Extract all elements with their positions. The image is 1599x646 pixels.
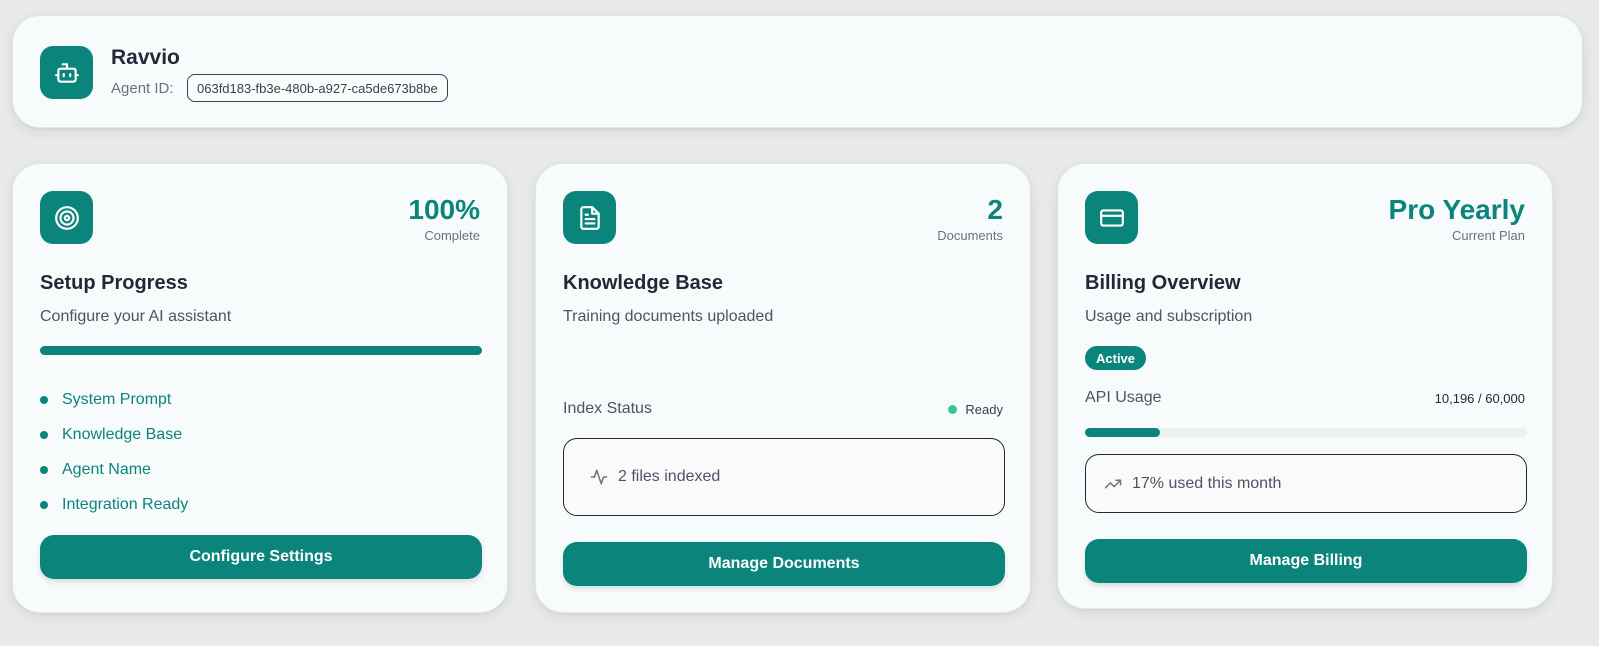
indexed-files-text: 2 files indexed [618, 468, 721, 485]
checklist-item: Knowledge Base [40, 417, 188, 452]
setup-subtitle: Configure your AI assistant [40, 308, 232, 325]
checklist-item: Integration Ready [40, 487, 188, 522]
target-icon [40, 191, 93, 244]
bullet-icon [40, 465, 48, 474]
setup-percent-label: Complete [424, 228, 480, 243]
document-count-label: Documents [937, 228, 1003, 243]
setup-percent: 100% [408, 194, 480, 225]
api-usage-value: 10,196 / 60,000 [1434, 391, 1525, 406]
credit-card-icon [1085, 191, 1138, 244]
setup-checklist: System Prompt Knowledge Base Agent Name … [40, 382, 188, 522]
setup-progress-bar [40, 346, 482, 355]
usage-summary-box: 17% used this month [1085, 454, 1527, 513]
current-plan: Pro Yearly [1388, 194, 1525, 225]
checklist-item-label: Integration Ready [62, 495, 189, 513]
current-plan-label: Current Plan [1452, 228, 1525, 243]
knowledge-base-card: 2 Documents Knowledge Base Training docu… [535, 163, 1031, 613]
indexed-files-box: 2 files indexed [563, 438, 1005, 516]
billing-subtitle: Usage and subscription [1085, 308, 1253, 325]
index-status-label: Index Status [563, 400, 652, 417]
api-usage-bar [1085, 428, 1527, 437]
agent-name: Ravvio [111, 46, 180, 69]
setup-progress-card: 100% Complete Setup Progress Configure y… [12, 163, 508, 613]
api-usage-label: API Usage [1085, 389, 1162, 406]
status-dot-icon [948, 405, 958, 414]
manage-documents-button[interactable]: Manage Documents [563, 542, 1005, 586]
activity-icon [590, 469, 608, 485]
document-icon [563, 191, 616, 244]
setup-title: Setup Progress [40, 272, 188, 294]
knowledge-subtitle: Training documents uploaded [563, 308, 774, 325]
api-usage-bar-fill [1085, 428, 1161, 437]
agent-id-label: Agent ID: [111, 80, 174, 97]
bullet-icon [40, 430, 48, 439]
manage-billing-button[interactable]: Manage Billing [1085, 539, 1527, 583]
checklist-item: System Prompt [40, 382, 188, 417]
checklist-item-label: System Prompt [62, 390, 172, 408]
index-status-value: Ready [965, 402, 1003, 417]
knowledge-title: Knowledge Base [563, 272, 724, 294]
checklist-item-label: Knowledge Base [62, 425, 183, 443]
billing-overview-card: Pro Yearly Current Plan Billing Overview… [1057, 163, 1553, 609]
bullet-icon [40, 395, 48, 404]
bot-icon [40, 46, 93, 99]
trending-up-icon [1104, 479, 1122, 488]
checklist-item: Agent Name [40, 452, 188, 487]
agent-header-card: Ravvio Agent ID: 063fd183-fb3e-480b-a927… [12, 15, 1583, 128]
configure-settings-button[interactable]: Configure Settings [40, 535, 482, 579]
document-count: 2 [987, 194, 1003, 225]
status-badge: Active [1085, 346, 1147, 370]
agent-id-chip[interactable]: 063fd183-fb3e-480b-a927-ca5de673b8be [187, 74, 448, 102]
billing-title: Billing Overview [1085, 272, 1241, 294]
checklist-item-label: Agent Name [62, 460, 151, 478]
index-status: Ready [948, 402, 1003, 417]
usage-summary-text: 17% used this month [1132, 474, 1282, 492]
bullet-icon [40, 500, 48, 509]
